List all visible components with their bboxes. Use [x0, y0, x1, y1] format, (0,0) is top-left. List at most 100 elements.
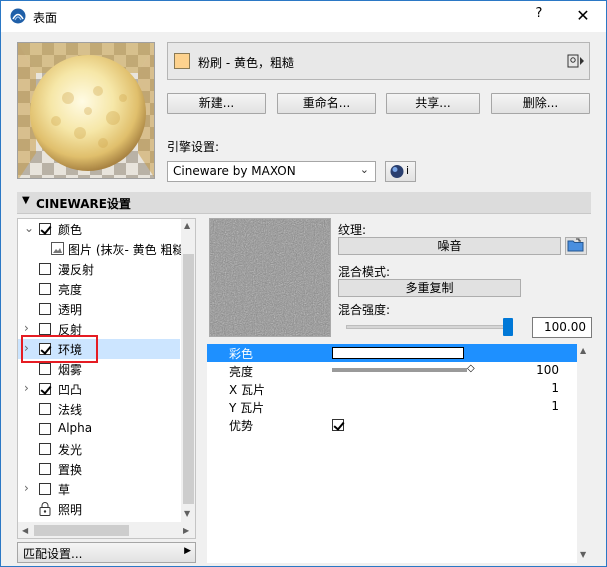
property-value[interactable]: 1: [551, 381, 559, 395]
tree-item-label: Alpha: [58, 421, 93, 435]
property-name: 彩色: [229, 347, 254, 361]
tree-item-label: 法线: [58, 403, 83, 417]
checkbox-diffuse[interactable]: [39, 263, 51, 275]
surface-color-swatch: [174, 53, 190, 69]
chevron-right-icon[interactable]: ›: [24, 481, 29, 495]
property-row-brightness[interactable]: 亮度 ◇ 100: [207, 362, 577, 380]
checkbox-grass[interactable]: [39, 483, 51, 495]
tree-item-image[interactable]: 图片 (抹灰- 黄色 粗糙: [18, 239, 184, 259]
tree-horizontal-scrollbar[interactable]: ◀ ▶: [18, 522, 195, 538]
property-value[interactable]: 1: [551, 399, 559, 413]
texture-browse-button[interactable]: [565, 237, 587, 255]
tree-item-label: 颜色: [58, 223, 83, 237]
blend-strength-slider-track[interactable]: [346, 325, 511, 329]
cineware-section-header[interactable]: ▼ CINEWARE设置: [17, 192, 591, 214]
surface-name: 粉刷 - 黄色，粗糙: [198, 56, 294, 70]
tree-item-normal[interactable]: 法线: [18, 399, 180, 419]
blend-strength-input[interactable]: 100.00: [532, 317, 592, 338]
info-label: i: [406, 164, 410, 177]
properties-vertical-scrollbar[interactable]: ▲ ▼: [577, 344, 591, 563]
engine-select[interactable]: Cineware by MAXON ⌄: [167, 161, 376, 182]
match-settings-button[interactable]: 匹配设置... ▶: [17, 542, 196, 563]
scrollbar-thumb[interactable]: [34, 525, 129, 536]
tree-item-displacement[interactable]: 置换: [18, 459, 180, 479]
scroll-down-arrow-icon[interactable]: ▼: [580, 550, 586, 559]
chevron-down-icon[interactable]: ⌄: [24, 221, 34, 235]
texture-preview: [209, 218, 331, 337]
noise-texture-image: [210, 219, 330, 336]
surface-dialog: 表面 ? ✕ 粉刷 - 黄色，粗糙 新建... 重命名... 共享... 删除.…: [0, 0, 607, 567]
property-name: Y 瓦片: [229, 401, 265, 415]
checkbox-fog[interactable]: [39, 363, 51, 375]
tree-item-illumination[interactable]: 照明: [18, 499, 180, 519]
property-row-y-tile[interactable]: Y 瓦片 1: [207, 398, 577, 416]
chevron-down-icon: ⌄: [359, 163, 369, 176]
tree-item-label: 发光: [58, 443, 83, 457]
checkbox-bump[interactable]: [39, 383, 51, 395]
brightness-slider-thumb-icon[interactable]: ◇: [467, 363, 475, 374]
scroll-up-arrow-icon[interactable]: ▲: [580, 346, 586, 355]
blend-mode-button[interactable]: 多重复制: [338, 279, 521, 297]
brightness-slider-bar[interactable]: [332, 368, 467, 372]
checkbox-displacement[interactable]: [39, 463, 51, 475]
checkbox-normal[interactable]: [39, 403, 51, 415]
tree-item-glow[interactable]: 发光: [18, 439, 180, 459]
tree-item-bump[interactable]: › 凹凸: [18, 379, 180, 399]
help-button[interactable]: ?: [531, 6, 547, 24]
scroll-up-arrow-icon[interactable]: ▲: [184, 221, 190, 230]
section-title: CINEWARE设置: [36, 197, 131, 211]
checkbox-transparency[interactable]: [39, 303, 51, 315]
scrollbar-thumb[interactable]: [183, 254, 194, 504]
checkbox-luminance[interactable]: [39, 283, 51, 295]
property-name: X 瓦片: [229, 383, 266, 397]
arrow-right-icon: ▶: [184, 546, 191, 556]
texture-properties-table: 彩色 亮度 ◇ 100 X 瓦片 1 Y 瓦片 1 优势: [207, 344, 577, 563]
match-settings-label: 匹配设置...: [23, 547, 83, 561]
picture-icon: [51, 242, 64, 255]
lock-icon: [39, 502, 51, 516]
checkbox-alpha[interactable]: [39, 423, 51, 435]
texture-button[interactable]: 噪音: [338, 237, 561, 255]
checkbox-reflection[interactable]: [39, 323, 51, 335]
checkbox-glow[interactable]: [39, 443, 51, 455]
scroll-left-arrow-icon[interactable]: ◀: [22, 526, 28, 535]
tree-item-grass[interactable]: › 草: [18, 479, 180, 499]
engine-select-value: Cineware by MAXON: [173, 164, 296, 178]
color-picker-field[interactable]: [332, 347, 464, 359]
chevron-right-icon[interactable]: ›: [24, 381, 29, 395]
property-row-color[interactable]: 彩色: [207, 344, 577, 362]
chevron-right-icon[interactable]: ›: [24, 321, 29, 335]
material-preview: [17, 42, 155, 179]
tree-item-label: 烟雾: [58, 363, 83, 377]
tree-item-transparency[interactable]: 透明: [18, 299, 180, 319]
surface-selector[interactable]: 粉刷 - 黄色，粗糙: [167, 42, 590, 80]
tree-item-diffuse[interactable]: 漫反射: [18, 259, 180, 279]
property-row-dominant[interactable]: 优势: [207, 416, 577, 434]
delete-button[interactable]: 删除...: [491, 93, 590, 114]
checkbox-color[interactable]: [39, 223, 51, 235]
new-button[interactable]: 新建...: [167, 93, 266, 114]
preview-sphere-image: [18, 43, 154, 178]
blend-strength-slider-handle[interactable]: [503, 318, 513, 336]
scroll-right-arrow-icon[interactable]: ▶: [183, 526, 189, 535]
tree-item-label: 透明: [58, 303, 83, 317]
tree-item-label: 凹凸: [58, 383, 83, 397]
tree-item-label: 图片 (抹灰- 黄色 粗糙: [68, 243, 185, 257]
texture-label: 纹理:: [338, 223, 367, 237]
close-button[interactable]: ✕: [573, 6, 593, 26]
tree-item-color[interactable]: ⌄ 颜色: [18, 219, 180, 239]
collapse-triangle-icon: ▼: [22, 195, 30, 206]
engine-info-button[interactable]: i: [385, 161, 416, 182]
dominant-checkbox[interactable]: [332, 419, 344, 431]
rename-button[interactable]: 重命名...: [277, 93, 376, 114]
cinema4d-icon: [390, 165, 404, 178]
surface-menu-icon[interactable]: [567, 54, 585, 71]
tree-item-alpha[interactable]: Alpha: [18, 419, 180, 439]
tree-vertical-scrollbar[interactable]: ▲ ▼: [181, 219, 195, 522]
tree-item-luminance[interactable]: 亮度: [18, 279, 180, 299]
scroll-down-arrow-icon[interactable]: ▼: [184, 509, 190, 518]
property-row-x-tile[interactable]: X 瓦片 1: [207, 380, 577, 398]
window-title: 表面: [33, 11, 58, 25]
property-value[interactable]: 100: [536, 363, 559, 377]
share-button[interactable]: 共享...: [386, 93, 480, 114]
